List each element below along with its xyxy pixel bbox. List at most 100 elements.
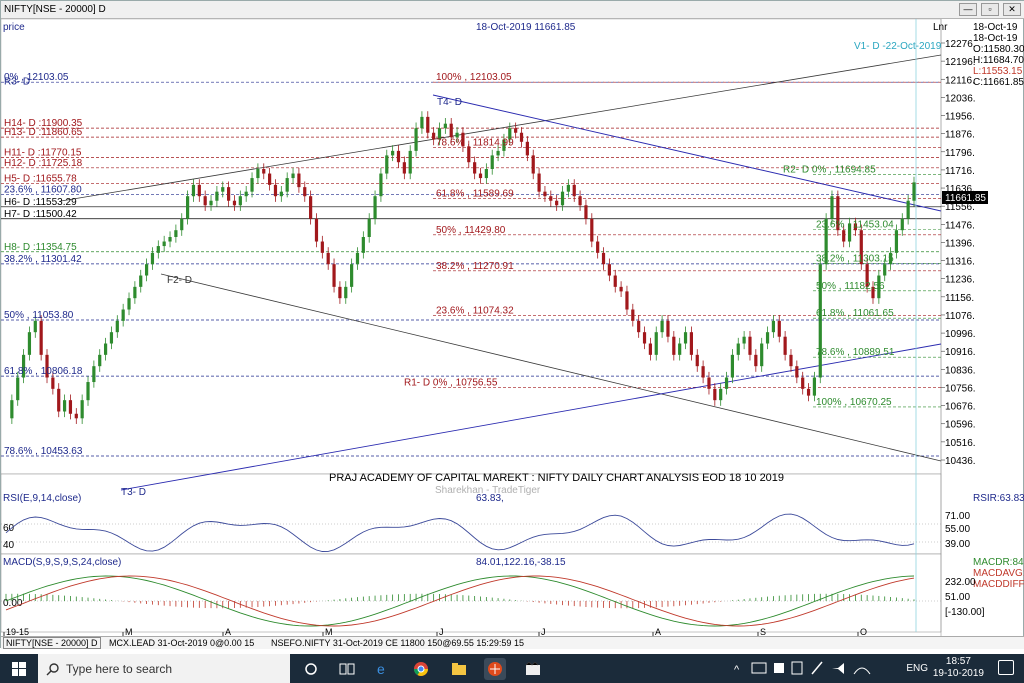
candle-body: [678, 343, 682, 355]
fib-mid-label: 23.6% , 11074.32: [436, 305, 514, 316]
candle-body: [549, 196, 553, 201]
candle-body: [426, 116, 430, 133]
chrome-icon[interactable]: [410, 658, 432, 680]
candle-body: [180, 218, 184, 231]
y-tick-label: 11156.: [945, 293, 974, 304]
candle-body: [420, 116, 424, 129]
ohlc-high: H:11684.70: [973, 55, 1024, 66]
candle-body: [92, 366, 96, 383]
candle-body: [631, 309, 635, 321]
candle-body: [115, 320, 119, 333]
candle-body: [842, 230, 846, 242]
candle-body: [724, 377, 729, 389]
video-app-icon[interactable]: [522, 658, 544, 680]
level-label: H7- D :11500.42: [4, 209, 77, 220]
candle-body: [391, 150, 395, 156]
candle-body: [754, 354, 758, 367]
candle-body: [408, 150, 412, 174]
tray-wifi-icon: [853, 667, 871, 675]
x-tick-label: M: [125, 627, 133, 636]
x-tick-label: J: [439, 627, 444, 636]
maximize-button[interactable]: ▫: [981, 3, 999, 16]
candle-body: [789, 354, 793, 367]
tray-pen-icon: [811, 661, 823, 675]
action-center-icon[interactable]: [998, 660, 1014, 675]
fib-mid-label: 38.2% , 11270.91: [436, 261, 514, 272]
level-label: H12- D :11725.18: [4, 158, 83, 169]
y-tick-label: 10596.: [945, 420, 976, 431]
level-label: H8- D :11354.75: [4, 242, 77, 253]
candle-body: [332, 264, 336, 287]
candle-body: [701, 366, 705, 378]
task-view-icon[interactable]: [336, 658, 358, 680]
macd-right-label-r: MACDR:84.: [973, 557, 1024, 568]
candle-body: [303, 187, 307, 197]
candle-body: [379, 173, 383, 197]
taskbar-clock[interactable]: 18:57 19-10-2019: [933, 656, 984, 680]
price-chart-svg[interactable]: 0% , 12103.05R3- DH14- D :11900.35H13- D…: [0, 18, 1024, 637]
tradetiger-icon[interactable]: [484, 658, 506, 680]
fib-mid-label: R1- D 0% , 10756.55: [404, 377, 498, 388]
y-tick-label: 12036.: [945, 93, 976, 104]
fib-mid-label: 61.8% , 11589.69: [436, 189, 514, 200]
candle-body: [133, 286, 137, 299]
taskbar-search[interactable]: Type here to search: [38, 654, 290, 683]
start-button[interactable]: [0, 654, 38, 683]
chart-area[interactable]: 0% , 12103.05 R3- D H14- D :11900.35 H13- D…: [0, 18, 1024, 637]
candle-body: [98, 354, 102, 367]
macd-right-tick-130: [-130.00]: [945, 607, 985, 618]
candle-body: [654, 332, 658, 355]
window-titlebar[interactable]: NIFTY[NSE - 20000] D — ▫ ✕: [1, 1, 1024, 19]
windows-logo-icon: [12, 661, 26, 676]
minimize-button[interactable]: —: [959, 3, 977, 16]
candle-body: [713, 388, 717, 401]
candle-body: [402, 162, 406, 174]
language-indicator[interactable]: ENG: [906, 663, 928, 674]
rsi-right-label: RSIR:63.83: [973, 493, 1024, 504]
candle-body: [560, 191, 565, 206]
candle-body: [168, 236, 172, 242]
fib-mid-label: 78.6% , 11814.99: [436, 137, 514, 148]
candle-body: [490, 155, 494, 170]
fib-right-label: 78.6% , 10889.51: [816, 347, 895, 358]
candle-body: [197, 184, 201, 197]
tray-battery-icon: [751, 662, 767, 674]
candle-body: [601, 252, 606, 265]
rsi-value: 63.83,: [476, 493, 504, 504]
candle-body: [309, 196, 313, 219]
candle-body: [514, 128, 518, 133]
candle-body: [432, 132, 436, 140]
candle-body: [139, 275, 143, 287]
close-button[interactable]: ✕: [1003, 3, 1021, 16]
candle-body: [186, 196, 190, 219]
candle-body: [777, 320, 781, 337]
candle-body: [619, 286, 623, 292]
candle-body: [10, 400, 14, 419]
candle-body: [894, 230, 899, 253]
candle-body: [27, 332, 32, 355]
file-explorer-icon[interactable]: [448, 658, 470, 680]
candle-body: [314, 218, 319, 242]
candle-body: [719, 388, 723, 401]
fib-right-label: R2- D 0% , 11694.85: [783, 165, 876, 176]
candle-body: [262, 169, 266, 174]
candle-body: [385, 155, 389, 174]
candle-body: [344, 286, 348, 299]
cortana-icon[interactable]: [300, 658, 322, 680]
candle-body: [326, 252, 330, 265]
candle-body: [238, 196, 242, 206]
candle-body: [227, 187, 231, 201]
clock-time: 18:57: [945, 656, 971, 667]
status-tab-nifty[interactable]: NIFTY[NSE - 20000] D: [3, 637, 101, 649]
candle-body: [273, 184, 278, 197]
rsi-right-tick-55: 55.00: [945, 524, 970, 535]
candle-body: [467, 146, 471, 163]
candle-body: [707, 377, 711, 389]
tray-chevron-icon: ^: [734, 664, 740, 676]
macd-right-tick-232: 232.00: [945, 577, 976, 588]
candle-body: [543, 191, 547, 197]
candle-body: [127, 298, 131, 310]
ie-icon[interactable]: e: [372, 658, 394, 680]
candle-body: [736, 343, 740, 355]
ohlc-close: C:11661.85: [973, 77, 1024, 88]
